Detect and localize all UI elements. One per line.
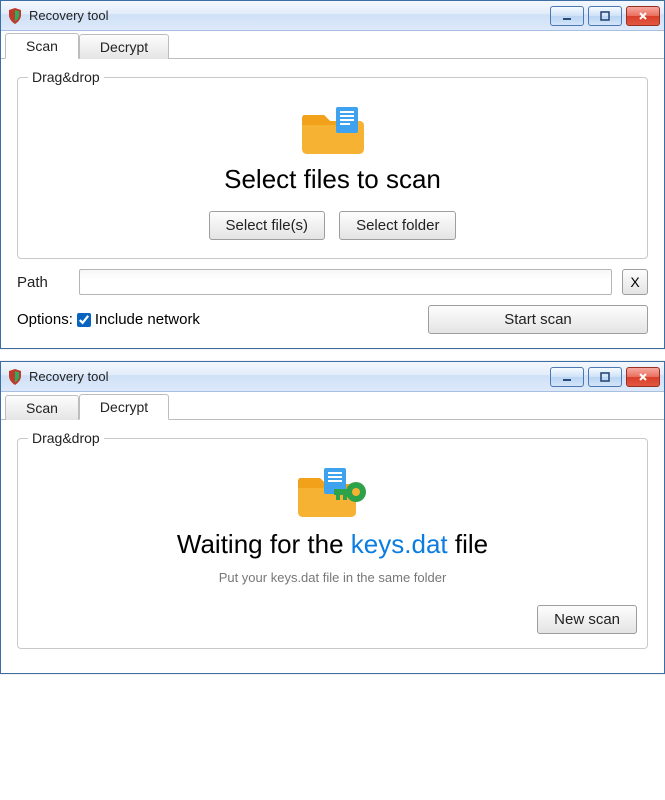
window-controls — [550, 367, 664, 387]
close-button[interactable] — [626, 367, 660, 387]
include-network-label: Include network — [95, 311, 200, 328]
titlebar[interactable]: Recovery tool — [1, 1, 664, 31]
options-row: Options: Include network Start scan — [17, 305, 648, 334]
tab-decrypt[interactable]: Decrypt — [79, 394, 169, 420]
path-input[interactable] — [79, 269, 612, 295]
dragdrop-legend: Drag&drop — [28, 69, 104, 85]
drop-target[interactable]: Select files to scan Select file(s) Sele… — [28, 95, 637, 240]
minimize-button[interactable] — [550, 367, 584, 387]
window-scan: Recovery tool Scan Decrypt Drag&drop — [0, 0, 665, 349]
path-clear-button[interactable]: X — [622, 269, 648, 295]
path-row: Path X — [17, 269, 648, 295]
waiting-filename: keys.dat — [351, 529, 448, 559]
select-folder-button[interactable]: Select folder — [339, 211, 456, 240]
waiting-headline: Waiting for the keys.dat file — [28, 529, 637, 560]
decrypt-panel: Drag&drop — [1, 420, 664, 673]
titlebar[interactable]: Recovery tool — [1, 362, 664, 392]
dragdrop-group[interactable]: Drag&drop Select files to sc — [17, 69, 648, 259]
start-scan-button[interactable]: Start scan — [428, 305, 648, 334]
scan-headline: Select files to scan — [28, 164, 637, 195]
folder-key-icon — [28, 462, 637, 525]
dragdrop-group[interactable]: Drag&drop — [17, 430, 648, 649]
client-area: Scan Decrypt Drag&drop — [1, 392, 664, 673]
tabstrip: Scan Decrypt — [1, 31, 664, 59]
close-button[interactable] — [626, 6, 660, 26]
window-controls — [550, 6, 664, 26]
client-area: Scan Decrypt Drag&drop — [1, 31, 664, 348]
shield-icon — [7, 8, 23, 24]
path-label: Path — [17, 274, 69, 291]
shield-icon — [7, 369, 23, 385]
tab-scan[interactable]: Scan — [5, 33, 79, 59]
options-label: Options: — [17, 311, 73, 328]
tab-decrypt[interactable]: Decrypt — [79, 34, 169, 59]
include-network-checkbox[interactable] — [77, 313, 91, 327]
window-title: Recovery tool — [29, 8, 108, 23]
select-buttons-row: Select file(s) Select folder — [28, 211, 637, 240]
waiting-suffix: file — [455, 529, 488, 559]
folder-document-icon — [28, 101, 637, 160]
window-title: Recovery tool — [29, 369, 108, 384]
maximize-button[interactable] — [588, 6, 622, 26]
select-files-button[interactable]: Select file(s) — [209, 211, 326, 240]
new-scan-button[interactable]: New scan — [537, 605, 637, 634]
waiting-prefix: Waiting for the — [177, 529, 344, 559]
new-scan-row: New scan — [28, 605, 637, 634]
maximize-button[interactable] — [588, 367, 622, 387]
drop-target[interactable]: Waiting for the keys.dat file Put your k… — [28, 456, 637, 634]
dragdrop-legend: Drag&drop — [28, 430, 104, 446]
minimize-button[interactable] — [550, 6, 584, 26]
window-decrypt: Recovery tool Scan Decrypt Drag&drop — [0, 361, 665, 674]
tabstrip: Scan Decrypt — [1, 392, 664, 420]
waiting-hint: Put your keys.dat file in the same folde… — [28, 570, 637, 585]
scan-panel: Drag&drop Select files to sc — [1, 59, 664, 348]
tab-scan[interactable]: Scan — [5, 395, 79, 420]
